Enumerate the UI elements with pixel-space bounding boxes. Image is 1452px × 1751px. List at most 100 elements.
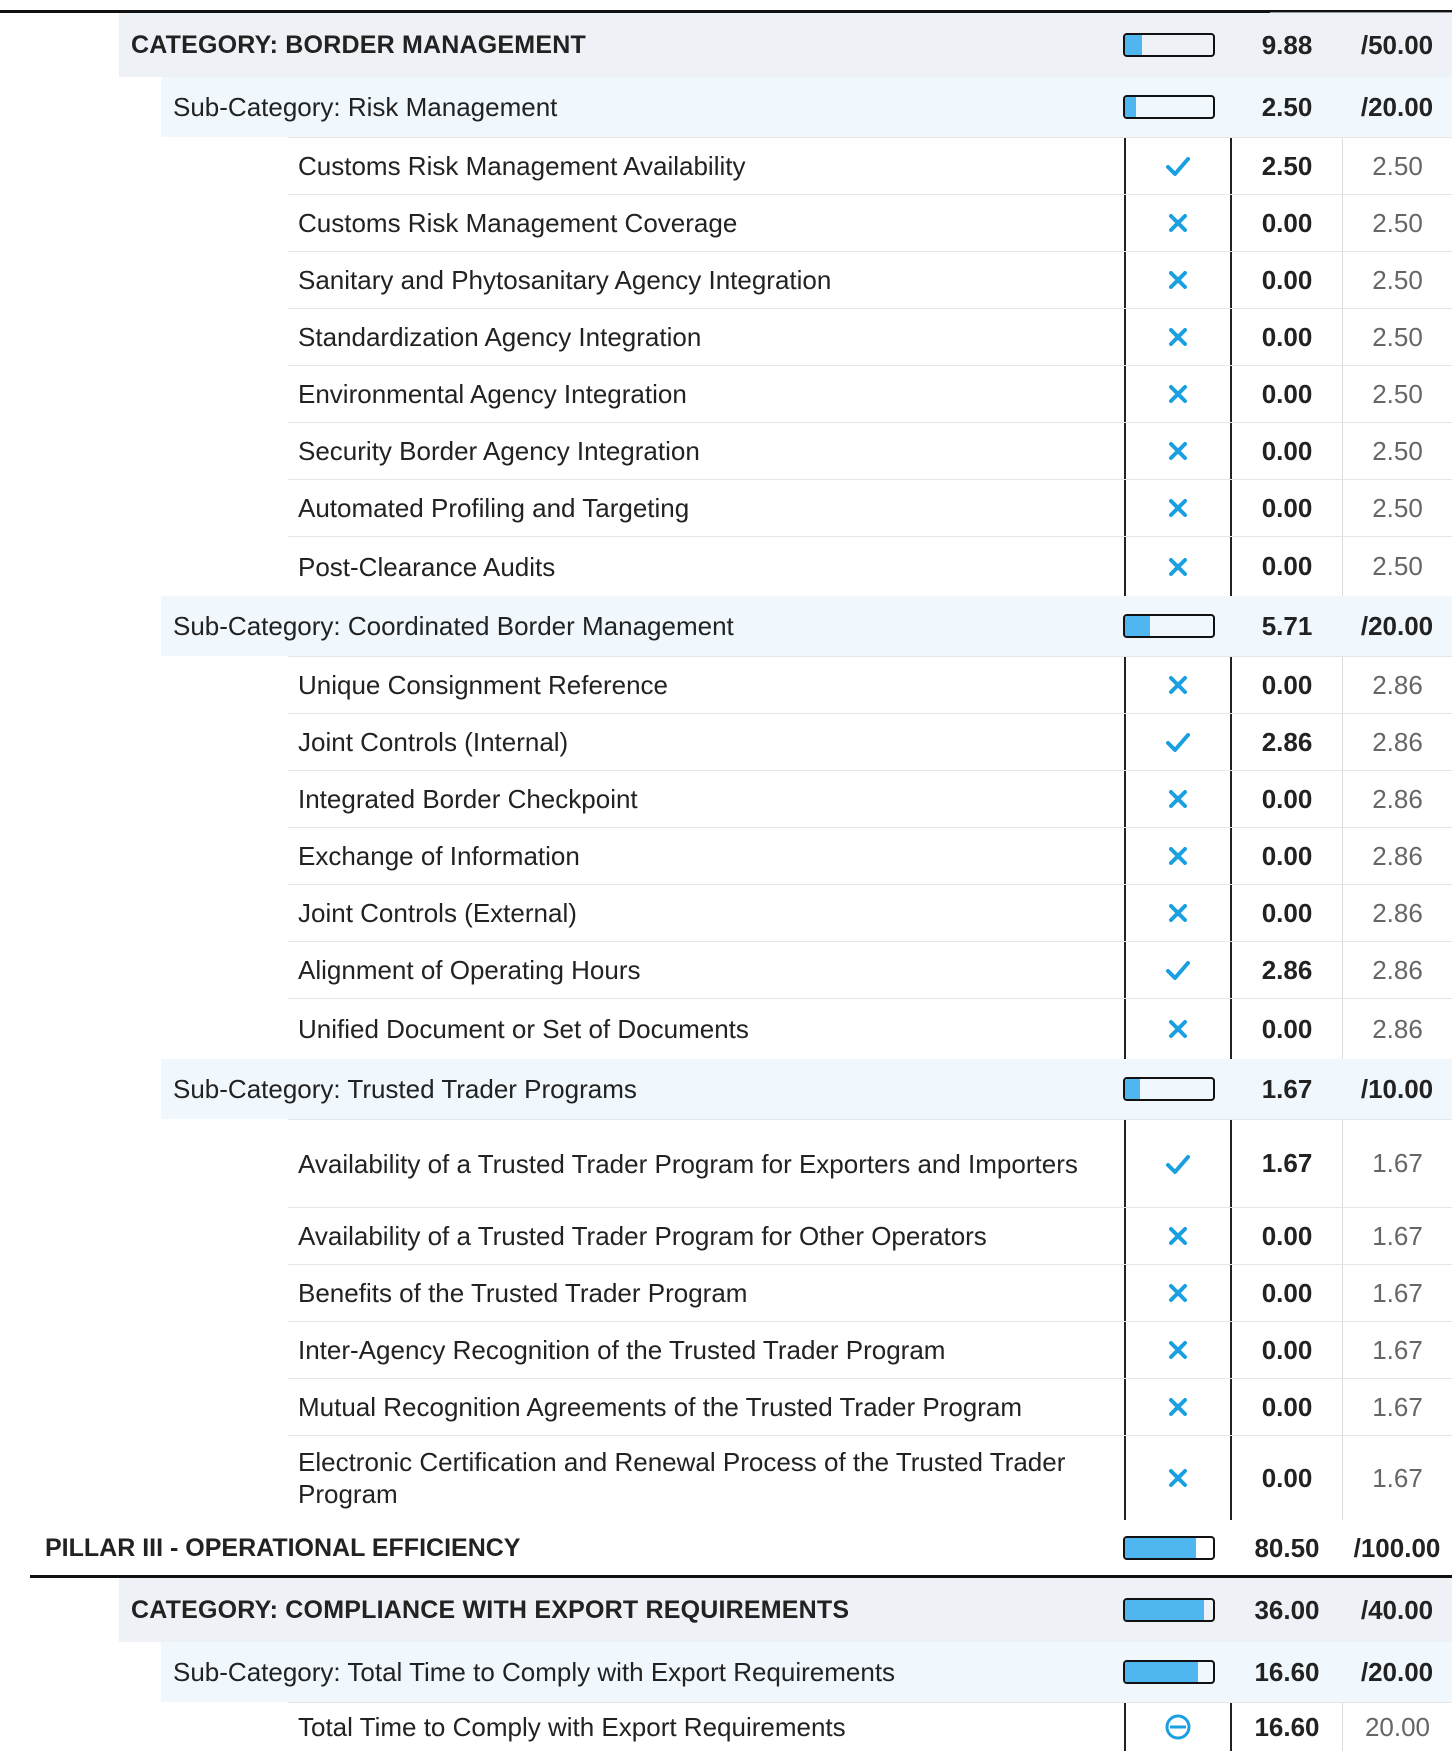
subcategory-score: 16.60: [1254, 1656, 1320, 1687]
item-score: 0.00: [1261, 1334, 1313, 1365]
item-row: Integrated Border Checkpoint 0.00 2.86: [288, 770, 1452, 827]
subcategory-label: Sub-Category: Risk Management: [173, 92, 558, 122]
check-icon: [1124, 942, 1232, 998]
subcategory-max: /20.00: [1360, 91, 1434, 122]
item-label: Customs Risk Management Availability: [298, 151, 746, 181]
item-max: 2.50: [1342, 366, 1452, 422]
item-score: 2.50: [1261, 150, 1313, 181]
item-row: Exchange of Information 0.00 2.86: [288, 827, 1452, 884]
item-label: Sanitary and Phytosanitary Agency Integr…: [298, 265, 832, 295]
cross-icon: [1124, 1379, 1232, 1435]
cross-icon: [1124, 1208, 1232, 1264]
cross-icon: [1124, 366, 1232, 422]
progress-bar: [1123, 1536, 1215, 1560]
subcategory-row-coordinated-border-management: Sub-Category: Coordinated Border Managem…: [161, 596, 1452, 656]
pillar-row: PILLAR III - OPERATIONAL EFFICIENCY 80.5…: [30, 1520, 1452, 1576]
subcategory-label: Sub-Category: Trusted Trader Programs: [173, 1074, 637, 1104]
item-max: 2.86: [1342, 714, 1452, 770]
cross-icon: [1124, 423, 1232, 479]
item-label: Customs Risk Management Coverage: [298, 208, 738, 238]
check-icon: [1124, 138, 1232, 194]
item-row: Total Time to Comply with Export Require…: [288, 1702, 1452, 1751]
item-max: 2.50: [1342, 537, 1452, 596]
subcategory-label: Sub-Category: Coordinated Border Managem…: [173, 611, 734, 641]
progress-bar: [1123, 33, 1215, 57]
item-label: Security Border Agency Integration: [298, 436, 700, 466]
pillar-label: PILLAR III - OPERATIONAL EFFICIENCY: [45, 1534, 521, 1562]
item-score: 0.00: [1261, 321, 1313, 352]
item-label: Exchange of Information: [298, 841, 580, 871]
item-label: Standardization Agency Integration: [298, 322, 702, 352]
progress-fill: [1125, 616, 1151, 636]
progress-fill: [1125, 97, 1136, 117]
item-max: 1.67: [1342, 1208, 1452, 1264]
item-label: Mutual Recognition Agreements of the Tru…: [298, 1392, 1023, 1422]
item-score: 0.00: [1261, 435, 1313, 466]
cross-icon: [1124, 1436, 1232, 1520]
item-row: Benefits of the Trusted Trader Program 0.…: [288, 1264, 1452, 1321]
item-max: 1.67: [1342, 1436, 1452, 1520]
subcategory-score: 5.71: [1261, 610, 1313, 641]
progress-bar: [1123, 1077, 1215, 1101]
cross-icon: [1124, 657, 1232, 713]
item-max: 2.86: [1342, 657, 1452, 713]
item-max: 2.50: [1342, 138, 1452, 194]
item-label: Joint Controls (Internal): [298, 727, 569, 757]
category-score: 36.00: [1254, 1594, 1320, 1625]
item-max: 1.67: [1342, 1265, 1452, 1321]
cross-icon: [1124, 885, 1232, 941]
progress-bar: [1123, 614, 1215, 638]
item-row: Unique Consignment Reference 0.00 2.86: [288, 656, 1452, 713]
item-max: 2.86: [1342, 771, 1452, 827]
cross-icon: [1124, 537, 1232, 596]
cross-icon: [1124, 771, 1232, 827]
item-score: 0.00: [1261, 840, 1313, 871]
item-label: Post-Clearance Audits: [298, 551, 556, 582]
pillar-max: /100.00: [1353, 1532, 1441, 1563]
check-icon: [1124, 1120, 1232, 1207]
pillar-score: 80.50: [1254, 1532, 1320, 1563]
item-max: 2.50: [1342, 423, 1452, 479]
cross-icon: [1124, 999, 1232, 1059]
category-label: CATEGORY: COMPLIANCE WITH EXPORT REQUIRE…: [131, 1596, 850, 1624]
item-score: 0.00: [1261, 1220, 1313, 1251]
subcategory-score: 2.50: [1261, 91, 1313, 122]
category-row-export-requirements: CATEGORY: COMPLIANCE WITH EXPORT REQUIRE…: [119, 1578, 1452, 1642]
item-score: 0.00: [1261, 492, 1313, 523]
subcategory-row-risk-management: Sub-Category: Risk Management 2.50 /20.0…: [161, 77, 1452, 137]
cross-icon: [1124, 480, 1232, 536]
item-label: Availability of a Trusted Trader Program…: [298, 1148, 1078, 1179]
partial-icon: [1124, 1703, 1232, 1751]
item-label: Integrated Border Checkpoint: [298, 784, 638, 814]
item-max: 2.50: [1342, 309, 1452, 365]
progress-fill: [1125, 1538, 1196, 1558]
item-label: Environmental Agency Integration: [298, 379, 687, 409]
item-row: Automated Profiling and Targeting 0.00 2.5…: [288, 479, 1452, 536]
item-label: Unique Consignment Reference: [298, 670, 668, 700]
item-max: 2.86: [1342, 999, 1452, 1059]
progress-fill: [1125, 1662, 1199, 1682]
item-label: Joint Controls (External): [298, 898, 577, 928]
item-row: Post-Clearance Audits 0.00 2.50: [288, 536, 1452, 596]
cross-icon: [1124, 309, 1232, 365]
subcategory-max: /20.00: [1360, 1656, 1434, 1687]
item-row: Availability of a Trusted Trader Program…: [288, 1119, 1452, 1207]
progress-fill: [1125, 35, 1143, 55]
item-score: 0.00: [1261, 897, 1313, 928]
progress-fill: [1125, 1600, 1205, 1620]
item-score: 0.00: [1261, 669, 1313, 700]
subcategory-max: /10.00: [1360, 1073, 1434, 1104]
item-row: Availability of a Trusted Trader Program…: [288, 1207, 1452, 1264]
item-row: Security Border Agency Integration 0.00 2.…: [288, 422, 1452, 479]
cross-icon: [1124, 1322, 1232, 1378]
item-max: 1.67: [1342, 1120, 1452, 1207]
item-label: Electronic Certification and Renewal Pro…: [298, 1447, 1066, 1509]
item-score: 0.00: [1261, 1391, 1313, 1422]
item-max: 2.86: [1342, 942, 1452, 998]
header-fragment: [1270, 0, 1452, 13]
category-score: 9.88: [1261, 29, 1313, 60]
item-max: 2.50: [1342, 480, 1452, 536]
item-row: Joint Controls (Internal) 2.86 2.86: [288, 713, 1452, 770]
item-row: Inter-Agency Recognition of the Trusted …: [288, 1321, 1452, 1378]
item-label: Alignment of Operating Hours: [298, 955, 641, 985]
